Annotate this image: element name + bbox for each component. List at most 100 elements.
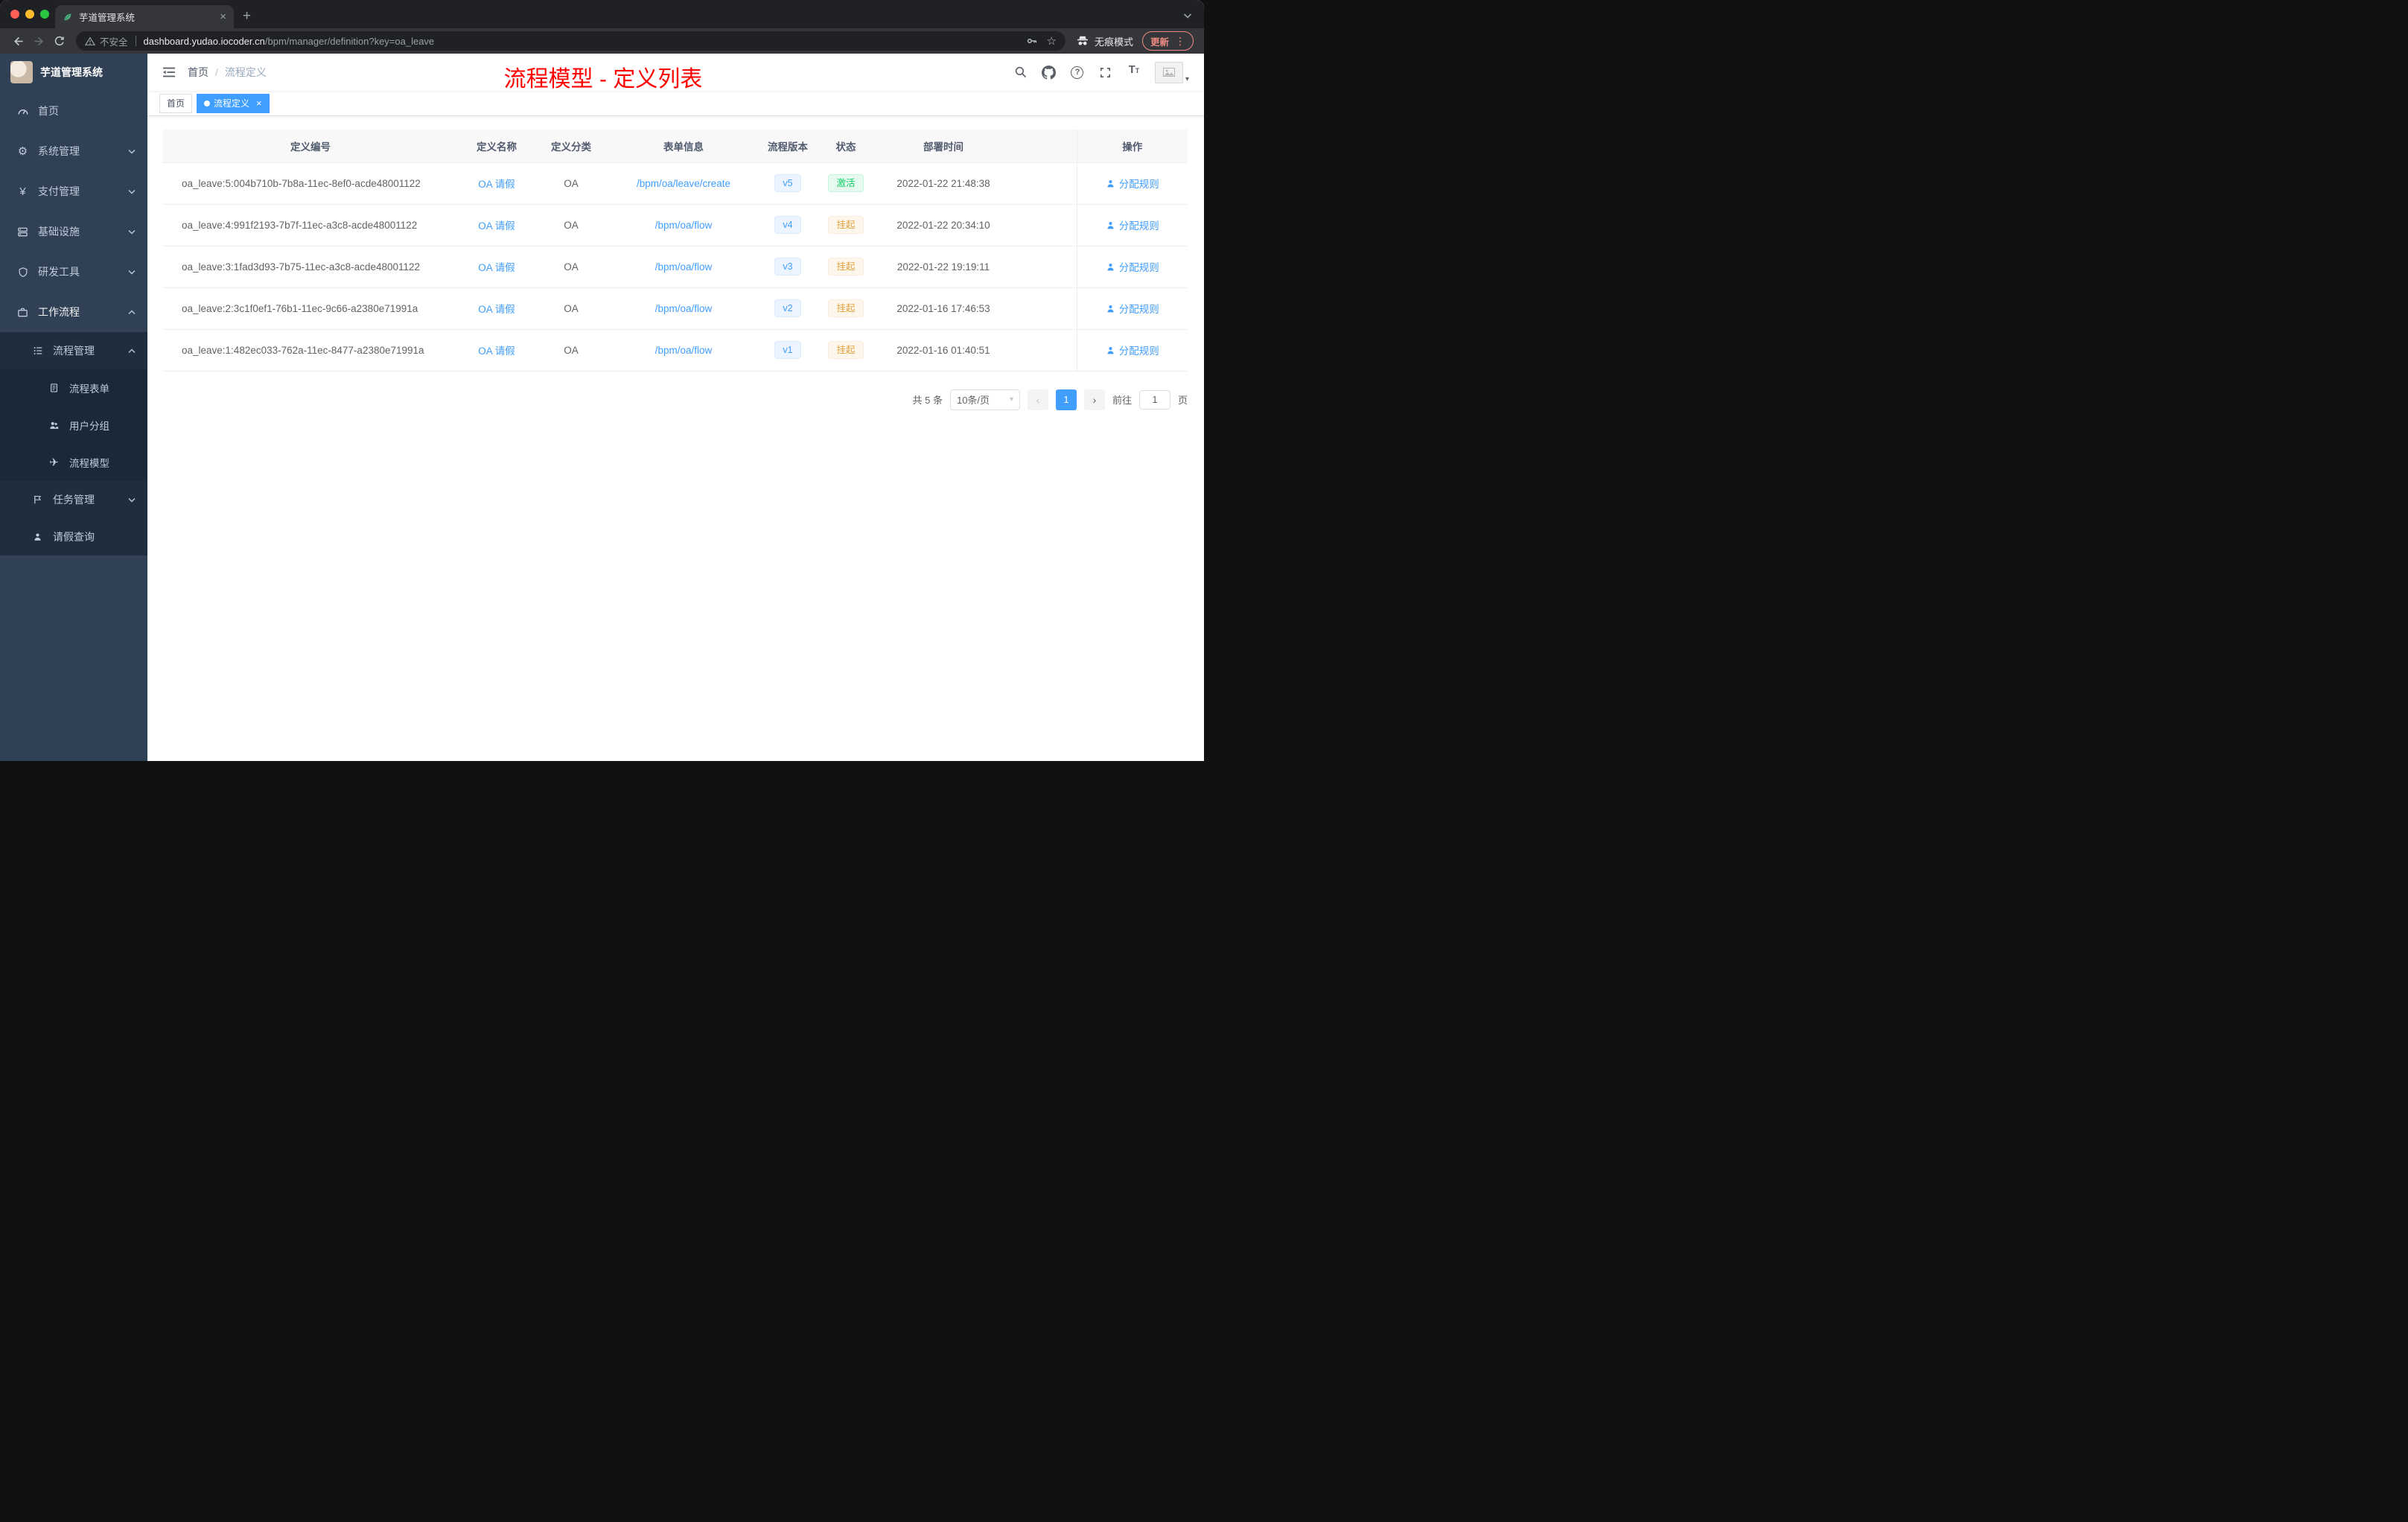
fullscreen-icon[interactable] (1097, 63, 1115, 81)
security-label: 不安全 (100, 36, 128, 48)
update-chrome-button[interactable]: 更新 ⋮ (1141, 31, 1194, 51)
version-badge: v3 (774, 258, 801, 276)
deploy-time: 2022-01-22 20:34:10 (896, 219, 990, 231)
definition-name-link[interactable]: OA 请假 (478, 346, 515, 357)
table-row: oa_leave:3:1fad3d93-7b75-11ec-a3c8-acde4… (163, 246, 1188, 288)
assign-rule-link[interactable]: 分配规则 (1106, 301, 1159, 316)
form-link[interactable]: /bpm/oa/flow (655, 345, 713, 356)
annotation-title: 流程模型 - 定义列表 (503, 67, 703, 92)
browser-tab[interactable]: 芋道管理系统 × (55, 5, 234, 28)
zoom-window-button[interactable] (40, 10, 49, 19)
page-size-select[interactable]: 10条/页 ▾ (949, 389, 1020, 410)
tag-process-definition[interactable]: 流程定义 × (197, 93, 270, 113)
sidebar-toggle-icon[interactable] (158, 61, 180, 83)
sidebar-item-home[interactable]: 首页 (0, 91, 147, 131)
table-header-row: 定义编号 定义名称 定义分类 表单信息 流程版本 状态 部署时间 操作 (163, 130, 1188, 163)
app-title: 芋道管理系统 (40, 66, 103, 78)
status-badge: 挂起 (828, 258, 864, 276)
close-window-button[interactable] (10, 10, 19, 19)
sidebar-item-leave-query[interactable]: 请假查询 (0, 518, 147, 555)
app-logo[interactable]: 芋道管理系统 (0, 54, 147, 91)
assign-rule-link[interactable]: 分配规则 (1106, 176, 1159, 191)
definition-name-link[interactable]: OA 请假 (478, 262, 515, 273)
sidebar-item-user-group[interactable]: 用户分组 (0, 407, 147, 444)
select-caret-icon: ▾ (1009, 395, 1013, 404)
avatar-image (1154, 61, 1183, 83)
tab-search-chevron-icon[interactable] (1183, 9, 1192, 22)
definition-category: OA (564, 219, 579, 231)
next-page-button[interactable]: › (1083, 389, 1105, 410)
definitions-table: 定义编号 定义名称 定义分类 表单信息 流程版本 状态 部署时间 操作 oa_l… (163, 130, 1188, 372)
pagination: 共 5 条 10条/页 ▾ ‹ 1 › 前往 页 (163, 389, 1188, 410)
font-size-icon[interactable]: TT (1125, 63, 1143, 81)
sidebar-item-label: 基础设施 (38, 226, 80, 238)
bookmark-star-icon[interactable]: ☆ (1047, 34, 1057, 48)
form-link[interactable]: /bpm/oa/flow (655, 303, 713, 314)
minimize-window-button[interactable] (25, 10, 34, 19)
dashboard-icon (16, 105, 29, 117)
sidebar-item-label: 首页 (38, 105, 59, 117)
sidebar-item-process-model[interactable]: ✈ 流程模型 (0, 444, 147, 481)
browser-window: 芋道管理系统 × + 不安全 dashboard.yudao.iocoder.c… (0, 0, 1204, 761)
definition-category: OA (564, 344, 579, 356)
assign-rule-link[interactable]: 分配规则 (1106, 343, 1159, 357)
page-unit-label: 页 (1177, 395, 1188, 406)
goto-page-input[interactable] (1138, 389, 1170, 410)
sidebar-item-process-management[interactable]: 流程管理 (0, 332, 147, 369)
sidebar-item-system[interactable]: ⚙ 系统管理 (0, 131, 147, 171)
sidebar-item-dev-tools[interactable]: 研发工具 (0, 252, 147, 292)
browser-menu-icon[interactable]: ⋮ (1175, 35, 1185, 48)
table-row: oa_leave:1:482ec033-762a-11ec-8477-a2380… (163, 329, 1188, 372)
deploy-time: 2022-01-22 19:19:11 (896, 261, 990, 273)
tag-home[interactable]: 首页 (159, 93, 193, 113)
column-header: 状态 (815, 130, 876, 163)
sidebar-item-label: 用户分组 (69, 421, 109, 432)
sidebar-item-infrastructure[interactable]: 基础设施 (0, 211, 147, 252)
version-badge: v2 (774, 299, 801, 317)
help-icon[interactable]: ? (1068, 63, 1086, 81)
close-tab-icon[interactable]: × (220, 11, 226, 22)
search-icon[interactable] (1012, 63, 1030, 81)
flag-icon (31, 494, 44, 505)
status-badge: 挂起 (828, 299, 864, 317)
column-header: 定义分类 (535, 130, 607, 163)
column-header: 流程版本 (760, 130, 815, 163)
github-icon[interactable] (1040, 63, 1058, 81)
tab-strip: 芋道管理系统 × + (0, 0, 1204, 28)
sidebar-item-task-management[interactable]: 任务管理 (0, 481, 147, 518)
column-header: 定义编号 (163, 130, 458, 163)
form-link[interactable]: /bpm/oa/flow (655, 261, 713, 273)
password-key-icon[interactable] (1026, 35, 1038, 47)
sidebar-item-process-form[interactable]: 流程表单 (0, 369, 147, 407)
paper-plane-icon: ✈ (49, 456, 59, 469)
back-icon[interactable] (7, 31, 28, 51)
url-host: dashboard.yudao.iocoder.cn (143, 35, 265, 47)
table-row: oa_leave:4:991f2193-7b7f-11ec-a3c8-acde4… (163, 204, 1188, 246)
reload-icon[interactable] (49, 31, 70, 51)
version-badge: v1 (774, 341, 801, 359)
sidebar-item-payment[interactable]: ¥ 支付管理 (0, 171, 147, 211)
form-link[interactable]: /bpm/oa/leave/create (637, 178, 730, 189)
incognito-badge: 无痕模式 (1076, 34, 1133, 48)
breadcrumb-home[interactable]: 首页 (188, 65, 208, 80)
definition-name-link[interactable]: OA 请假 (478, 304, 515, 315)
assign-rule-link[interactable]: 分配规则 (1106, 217, 1159, 232)
forward-icon[interactable] (28, 31, 49, 51)
tag-close-icon[interactable]: × (256, 98, 262, 109)
form-link[interactable]: /bpm/oa/flow (655, 220, 713, 231)
logo-avatar-image (10, 61, 33, 83)
sidebar: 芋道管理系统 首页 ⚙ 系统管理 ¥ 支付管理 基础设施 研发工具 工作流程 流… (0, 54, 147, 761)
definition-name-link[interactable]: OA 请假 (478, 179, 515, 190)
address-bar[interactable]: 不安全 dashboard.yudao.iocoder.cn/bpm/manag… (76, 31, 1066, 51)
user-group-icon (48, 420, 60, 430)
gear-icon: ⚙ (17, 145, 28, 158)
page-number-button[interactable]: 1 (1055, 389, 1077, 410)
new-tab-button[interactable]: + (243, 8, 251, 25)
window-controls (10, 10, 49, 19)
avatar[interactable]: ▾ (1154, 61, 1189, 83)
sidebar-item-workflow[interactable]: 工作流程 (0, 292, 147, 332)
definition-name-link[interactable]: OA 请假 (478, 220, 515, 232)
prev-page-button[interactable]: ‹ (1027, 389, 1048, 410)
assign-rule-link[interactable]: 分配规则 (1106, 259, 1159, 274)
status-badge: 挂起 (828, 341, 864, 359)
